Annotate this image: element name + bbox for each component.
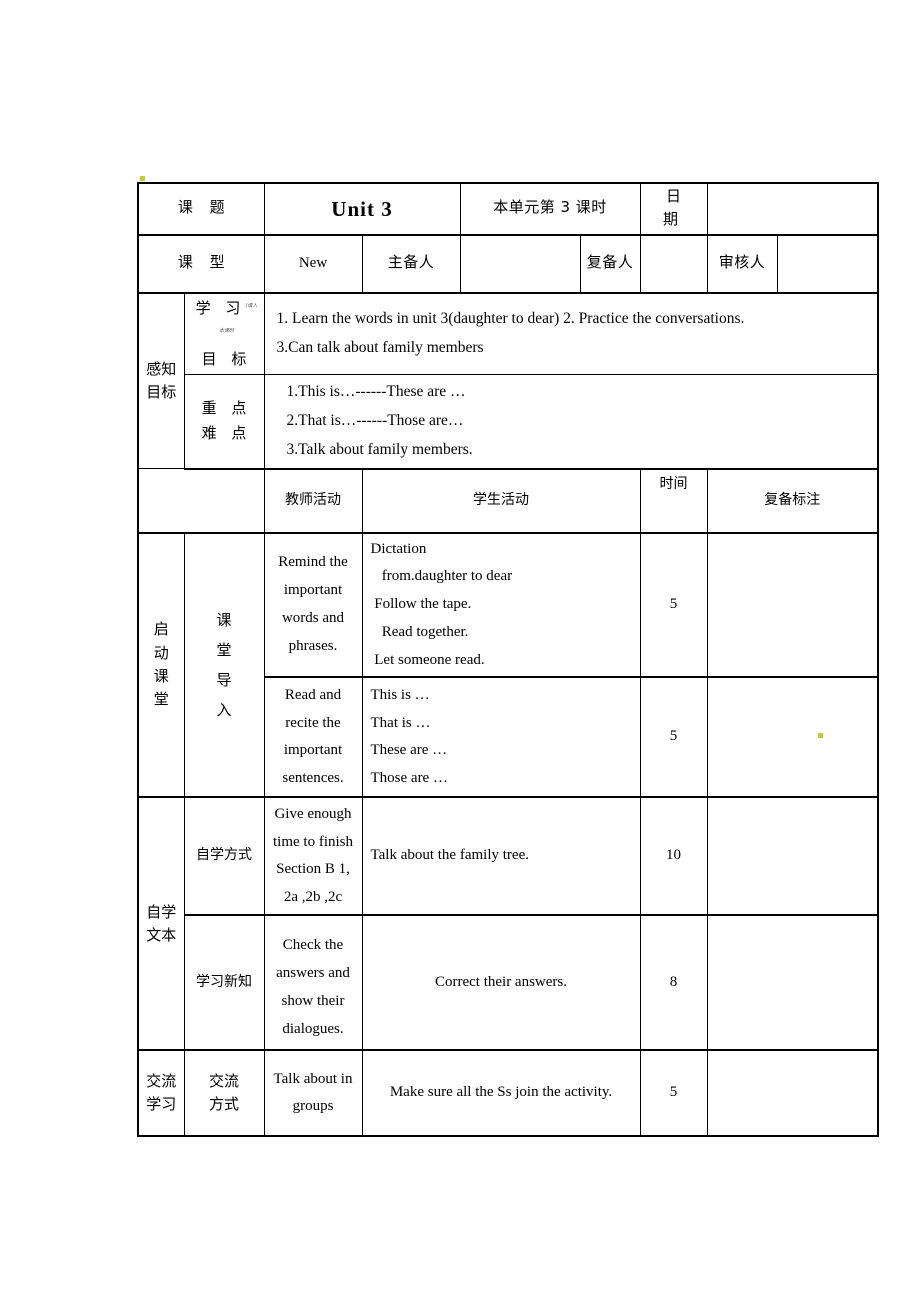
- lesson-plan-table: 课 题 Unit 3 本单元第 3 课时 日 期 课 型 New 主备人 复备人…: [137, 182, 879, 1138]
- teacher-activity-2: Read and recite the important sentences.: [263, 676, 363, 799]
- stage-label-1: 启 动 课 堂: [137, 532, 185, 799]
- activity-header-time: 时间: [639, 468, 708, 534]
- stage-label-3: 交流 学习: [137, 1049, 185, 1138]
- scan-speck: [140, 176, 145, 181]
- main-preparer-label: 主备人: [361, 234, 461, 294]
- teacher-activity-3: Give enough time to finish Section B 1, …: [263, 796, 363, 917]
- subject-value: Unit 3: [263, 182, 461, 236]
- student-activity-2: This is … That is … These are … Those ar…: [361, 676, 641, 799]
- student-activity-3: Talk about the family tree.: [361, 796, 641, 917]
- activity-header-row: 教师活动 学生活动 时间 复备标注: [137, 468, 879, 534]
- goals-row-learning: 感知 目标 学 习(填入本课时 目 标 1. Learn the words i…: [137, 292, 879, 469]
- teacher-activity-1: Remind the important words and phrases.: [263, 532, 363, 679]
- stage-label-2: 自学 文本: [137, 796, 185, 1052]
- document-page: 课 题 Unit 3 本单元第 3 课时 日 期 课 型 New 主备人 复备人…: [0, 0, 920, 1302]
- time-value-4: 8: [639, 914, 708, 1052]
- table-row: 自学 文本 自学方式 Give enough time to finish Se…: [137, 796, 879, 1052]
- time-value-5: 5: [639, 1049, 708, 1138]
- method-label-3: 学习新知: [183, 914, 265, 1052]
- time-value-1: 5: [639, 532, 708, 679]
- period-label: 本单元第 3 课时: [459, 182, 641, 236]
- method-label-1: 课 堂 导 入: [183, 532, 265, 799]
- notes-value-5: [706, 1049, 879, 1138]
- re-preparer-label: 复备人: [579, 234, 641, 294]
- learning-goal-content: 1. Learn the words in unit 3(daughter to…: [263, 292, 879, 375]
- reviewer-value: [776, 234, 879, 294]
- activity-header-teacher: 教师活动: [263, 468, 363, 534]
- notes-value-1: [706, 532, 879, 679]
- header-row-subject: 课 题 Unit 3 本单元第 3 课时 日 期: [137, 182, 879, 236]
- method-label-4: 交流 方式: [183, 1049, 265, 1138]
- main-preparer-value: [459, 234, 581, 294]
- activity-header-student: 学生活动: [361, 468, 641, 534]
- teacher-activity-5: Talk about in groups: [263, 1049, 363, 1138]
- learning-goal-label: 学 习(填入本课时 目 标: [183, 292, 265, 375]
- type-label: 课 型: [137, 234, 265, 294]
- reviewer-label: 审核人: [706, 234, 778, 294]
- student-activity-1: Dictation from.daughter to dear Follow t…: [361, 532, 641, 679]
- header-row-type: 课 型 New 主备人 复备人 审核人: [137, 234, 879, 294]
- time-value-3: 10: [639, 796, 708, 917]
- table-row: 学习新知 Check the answers and show their di…: [138, 914, 879, 1052]
- key-points-label: 重 点 难 点: [183, 374, 265, 470]
- activity-header-notes: 复备标注: [706, 468, 879, 534]
- goals-section-label: 感知 目标: [137, 292, 185, 469]
- table-row: 启 动 课 堂 课 堂 导 入 Remind the important wor…: [137, 532, 879, 799]
- notes-value-4: [706, 914, 879, 1052]
- method-label-2: 自学方式: [183, 796, 265, 917]
- re-preparer-value: [639, 234, 708, 294]
- time-value-2: 5: [639, 676, 708, 799]
- notes-value-3: [706, 796, 879, 917]
- student-activity-4: Correct their answers.: [361, 914, 641, 1052]
- scan-speck: [817, 733, 823, 739]
- activity-header-blank: [137, 468, 265, 534]
- date-value: [706, 182, 879, 236]
- notes-value-2: [706, 676, 879, 799]
- student-activity-5: Make sure all the Ss join the activity.: [361, 1049, 641, 1138]
- date-label: 日 期: [639, 182, 708, 236]
- goals-row-key-points: 重 点 难 点 1.This is…------These are … 2.Th…: [138, 374, 879, 470]
- table-row: 交流 学习 交流 方式 Talk about in groups Make su…: [137, 1049, 879, 1138]
- subject-label: 课 题: [137, 182, 265, 236]
- type-value: New: [263, 234, 363, 294]
- teacher-activity-4: Check the answers and show their dialogu…: [263, 914, 363, 1052]
- key-points-content: 1.This is…------These are … 2.That is…--…: [263, 374, 879, 470]
